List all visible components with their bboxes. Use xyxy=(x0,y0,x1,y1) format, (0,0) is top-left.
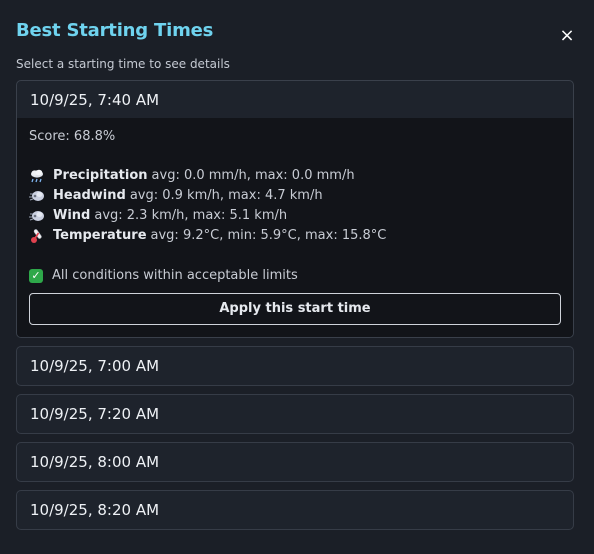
start-time-option-header[interactable]: 10/9/25, 7:20 AM xyxy=(17,395,573,433)
start-time-option-header[interactable]: 10/9/25, 8:00 AM xyxy=(17,443,573,481)
dialog-subtitle: Select a starting time to see details xyxy=(16,57,230,71)
rain-cloud-icon xyxy=(29,168,45,184)
start-time-option[interactable]: 10/9/25, 7:20 AM xyxy=(16,394,574,434)
checkmark-icon: ✓ xyxy=(29,269,43,283)
start-time-option[interactable]: 10/9/25, 8:20 AM xyxy=(16,490,574,530)
metric-values: avg: 0.9 km/h, max: 4.7 km/h xyxy=(129,188,323,203)
start-time-option: 10/9/25, 7:40 AM Score: 68.8% Precipitat… xyxy=(16,80,574,338)
start-time-option[interactable]: 10/9/25, 8:00 AM xyxy=(16,442,574,482)
close-icon[interactable]: × xyxy=(556,25,578,47)
start-time-option-header[interactable]: 10/9/25, 8:20 AM xyxy=(17,491,573,529)
score-text: Score: 68.8% xyxy=(29,129,116,144)
metric-row-wind: Wind avg: 2.3 km/h, max: 5.1 km/h xyxy=(29,206,561,226)
start-time-list: 10/9/25, 7:40 AM Score: 68.8% Precipitat… xyxy=(16,80,574,538)
metric-name: Temperature xyxy=(53,228,147,243)
metric-name: Wind xyxy=(53,208,91,223)
metric-name: Headwind xyxy=(53,188,126,203)
metric-row-headwind: Headwind avg: 0.9 km/h, max: 4.7 km/h xyxy=(29,186,561,206)
status-row: ✓ All conditions within acceptable limit… xyxy=(29,266,561,286)
start-time-option-header[interactable]: 10/9/25, 7:00 AM xyxy=(17,347,573,385)
start-time-details: Score: 68.8% Precipitation avg: 0.0 mm/h… xyxy=(17,118,573,337)
metric-row-temperature: Temperature avg: 9.2°C, min: 5.9°C, max:… xyxy=(29,226,561,246)
metric-values: avg: 0.0 mm/h, max: 0.0 mm/h xyxy=(151,168,355,183)
dialog-title: Best Starting Times xyxy=(16,20,214,41)
metric-name: Precipitation xyxy=(53,168,148,183)
wind-face-icon xyxy=(29,208,45,224)
wind-face-icon xyxy=(29,188,45,204)
status-text: All conditions within acceptable limits xyxy=(52,268,298,283)
start-time-option[interactable]: 10/9/25, 7:00 AM xyxy=(16,346,574,386)
metric-values: avg: 9.2°C, min: 5.9°C, max: 15.8°C xyxy=(150,228,387,243)
thermometer-icon xyxy=(29,228,45,244)
metric-row-precipitation: Precipitation avg: 0.0 mm/h, max: 0.0 mm… xyxy=(29,166,561,186)
start-time-option-header[interactable]: 10/9/25, 7:40 AM xyxy=(17,81,573,118)
apply-start-time-button[interactable]: Apply this start time xyxy=(29,293,561,325)
metric-values: avg: 2.3 km/h, max: 5.1 km/h xyxy=(94,208,288,223)
best-starting-times-dialog: Best Starting Times × Select a starting … xyxy=(0,0,594,554)
